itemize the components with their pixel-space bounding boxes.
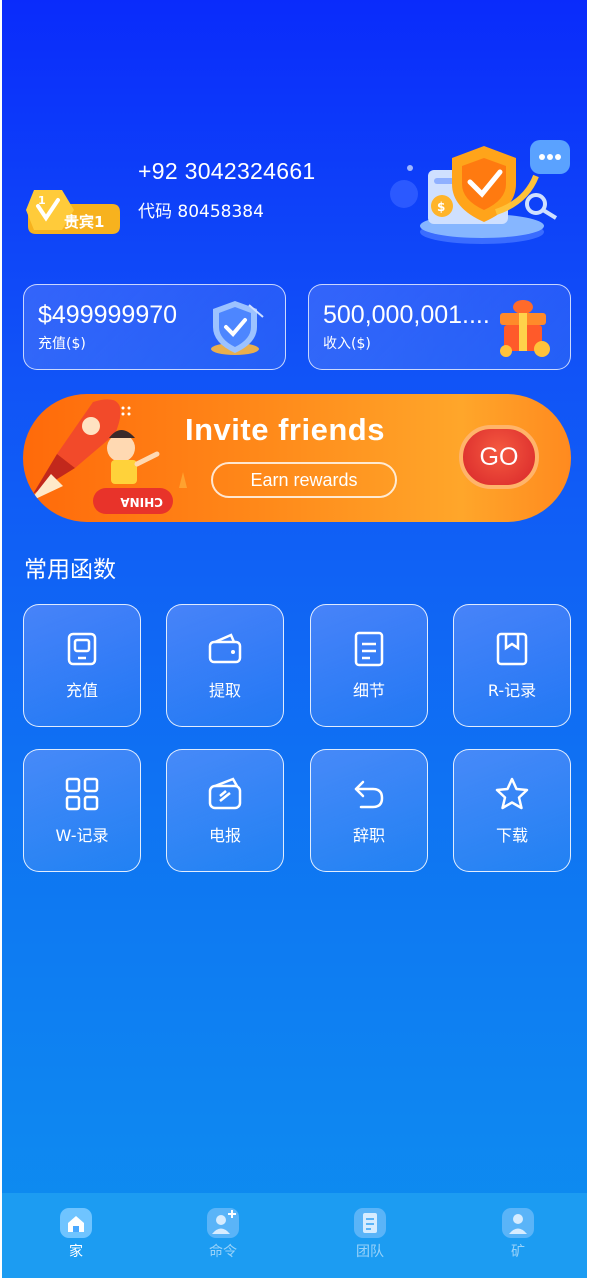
user-code: 代码 80458384 — [138, 202, 264, 222]
income-balance-card[interactable]: 500,000,001.... 收入($) — [308, 284, 571, 370]
tab-label: 命令 — [209, 1244, 237, 1260]
add-user-icon — [207, 1208, 239, 1238]
undo-icon — [354, 780, 384, 809]
details-button[interactable]: 细节 — [310, 604, 428, 727]
function-label: 细节 — [352, 681, 385, 700]
home-icon — [60, 1208, 92, 1238]
go-button[interactable]: GO — [459, 425, 539, 489]
star-icon — [495, 777, 529, 810]
tab-label: 团队 — [356, 1244, 384, 1260]
vip-badge-icon: 1 贵宾1 — [26, 190, 120, 234]
telegram-icon — [208, 777, 242, 810]
withdraw-record-button[interactable]: W-记录 — [23, 749, 141, 872]
recharge-balance-card[interactable]: $499999970 充值($) — [23, 284, 286, 370]
shield-check-icon — [211, 301, 264, 355]
telegram-button[interactable]: 电报 — [166, 749, 284, 872]
tab-mine[interactable]: 矿 — [478, 1207, 558, 1261]
wallet-icon — [208, 633, 242, 664]
tab-team[interactable]: 团队 — [330, 1207, 410, 1261]
function-label: 充值 — [65, 681, 98, 700]
vip-badge-text: 贵宾1 — [64, 213, 104, 231]
profile-icon — [502, 1208, 534, 1238]
tab-home[interactable]: 家 — [36, 1207, 116, 1261]
income-amount: 500,000,001.... — [323, 301, 490, 329]
function-label: 下载 — [495, 826, 528, 845]
function-label: 电报 — [208, 826, 241, 845]
tab-label: 矿 — [511, 1244, 525, 1260]
vip-level-text: 1 — [38, 194, 46, 207]
invite-friends-banner[interactable]: CHINA Invite friends Earn rewards GO — [23, 394, 571, 522]
security-shield-illustration: $ — [390, 140, 570, 244]
rocket-label: CHINA — [120, 495, 163, 509]
function-label: 提取 — [208, 681, 241, 700]
gift-box-icon — [500, 300, 550, 357]
recharge-label: 充值($) — [38, 336, 86, 352]
team-icon — [354, 1208, 386, 1238]
function-label: R-记录 — [487, 681, 537, 700]
download-button[interactable]: 下载 — [453, 749, 571, 872]
recharge-amount: $499999970 — [38, 301, 178, 329]
recharge-record-button[interactable]: R-记录 — [453, 604, 571, 727]
bottom-tab-bar: 家 命令 团队 矿 — [2, 1193, 587, 1278]
tab-command[interactable]: 命令 — [183, 1207, 263, 1261]
function-label: 辞职 — [352, 826, 385, 845]
rocket-illustration: CHINA — [29, 399, 187, 514]
app-screen: 1 贵宾1 +92 3042324661 代码 80458384 $ $4999… — [2, 0, 587, 1278]
withdraw-button[interactable]: 提取 — [166, 604, 284, 727]
section-title: 常用函数 — [24, 557, 116, 583]
bookmark-icon — [496, 632, 528, 666]
grid-icon — [65, 777, 99, 811]
recharge-button[interactable]: 充值 — [23, 604, 141, 727]
phone-icon — [67, 632, 97, 666]
banner-title: Invite friends — [185, 412, 385, 447]
income-label: 收入($) — [323, 336, 371, 352]
svg-text:$: $ — [437, 200, 445, 214]
function-label: W-记录 — [55, 826, 109, 845]
user-phone: +92 3042324661 — [138, 158, 316, 184]
tab-label: 家 — [69, 1244, 83, 1260]
earn-rewards-button[interactable]: Earn rewards — [211, 462, 397, 498]
resign-button[interactable]: 辞职 — [310, 749, 428, 872]
document-icon — [354, 631, 384, 667]
